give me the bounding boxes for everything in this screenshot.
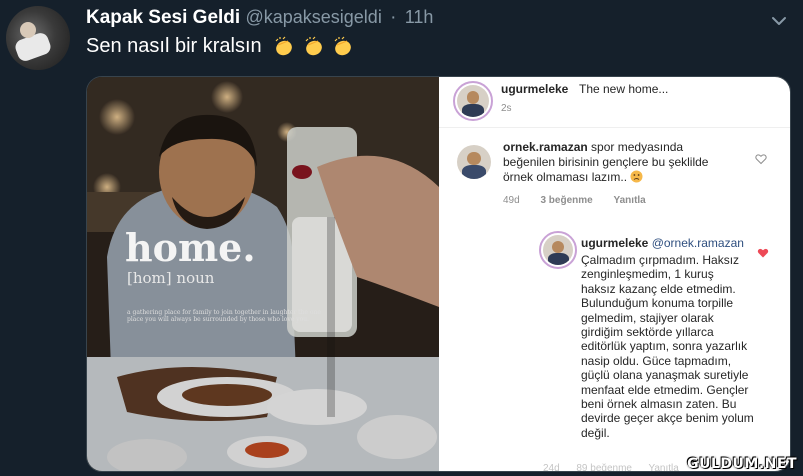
reply-line: girdiğim sektörde yıllarca [581,325,714,340]
overlay-phonetic-pronunciation: [hom] [127,269,172,287]
reply-line: zenginleşmedim, 1 kuruş [581,267,714,282]
site-watermark: GULDUM.NET [687,456,797,472]
reply-line: gelmedim, stajiyer olarak [581,310,714,325]
reply-line: güçlü olana yanaşmak suretiyle [581,368,749,383]
chevron-down-icon[interactable] [768,10,790,32]
comment-meta: 49d 3 beğenme Yanıtla [503,195,646,206]
overlay-phonetic-pos: noun [176,269,215,287]
restaurant-photo[interactable]: home. [hom] noun a gathering place for f… [87,77,439,471]
replier-username[interactable]: ugurmeleke [581,236,648,250]
reply-header: ugurmeleke @ornek.ramazan [581,236,744,250]
overlay-definition: a gathering place for family to join tog… [127,309,321,323]
commenter-avatar[interactable] [457,145,491,179]
avatar-head [20,22,36,38]
clapping-hands-icon [334,36,352,56]
reply-text: Çalmadım çırpmadım. Haksız zenginleşmedi… [581,253,781,440]
reply-line: editörlük yaptım, sonra yazarlık [581,339,748,354]
reply-meta-partial: 24d 89 beğenme Yanıtla [543,463,679,472]
comment-text-line2: beğenilen birisinin gençlere bu şeklilde [503,155,709,169]
comment-body: ornek.ramazan spor medyasında beğenilen … [503,140,763,185]
comment-text-line3-wrap: örnek olmaması lazım.. [503,170,763,185]
display-name[interactable]: Kapak Sesi Geldi [86,7,240,28]
tweet-text-line: Sen nasıl bir kralsın [86,35,356,58]
post-age: 2s [501,103,512,114]
profile-avatar[interactable] [6,6,70,70]
reply-line: Çalmadım çırpmadım. Haksız [581,253,740,267]
commenter-username[interactable]: ornek.ramazan [503,140,588,154]
reply-line: menfaat elde etmedim. Gençler [581,382,749,397]
header-separator: · [390,7,397,28]
emoji-group [273,35,356,58]
tweet-text: Sen nasıl bir kralsın [86,35,262,57]
reply-line: beni örnek almasın zaten. Bu [581,397,737,412]
comment-text-line3: örnek olmaması lazım.. [503,170,628,184]
replier-avatar[interactable] [543,235,573,265]
user-handle[interactable]: @kapaksesigeldi [245,7,381,27]
heart-filled-icon[interactable] [757,247,769,259]
sad-face-icon [630,170,643,183]
tweet-media[interactable]: home. [hom] noun a gathering place for f… [86,76,791,472]
tweet-time[interactable]: 11h [405,7,434,27]
comment-text-line1: spor medyasında [591,140,684,154]
comment-reply-link[interactable]: Yanıtla [614,195,646,206]
instagram-comments-panel: ugurmeleke The new home... 2s ornek.rama… [439,77,790,471]
post-caption: The new home... [579,82,669,96]
reply-line: devirde geçer akçe benim yolum [581,411,754,426]
comment-likes[interactable]: 3 beğenme [540,195,592,206]
reply-line: haksız kazanç elde etmedim. [581,281,736,296]
clapping-hands-icon [305,36,322,56]
poster-avatar[interactable] [457,85,489,117]
overlay-phonetic: [hom] noun [127,269,214,287]
tweet-header: Kapak Sesi Geldi @kapaksesigeldi · 11h [86,7,433,29]
clapping-hands-icon [275,36,293,56]
reply-mention[interactable]: @ornek.ramazan [652,236,744,250]
post-header: ugurmeleke The new home... 2s [439,77,790,128]
poster-username[interactable]: ugurmeleke [501,82,568,96]
overlay-title: home. [125,225,256,270]
reply-line: Bulunduğum konuma torpille [581,296,734,311]
heart-outline-icon[interactable] [755,153,767,165]
reply-line: nasip oldu. Güce tapmadım, [581,353,732,368]
reply-line: değil. [581,425,610,440]
comment-age: 49d [503,195,520,206]
